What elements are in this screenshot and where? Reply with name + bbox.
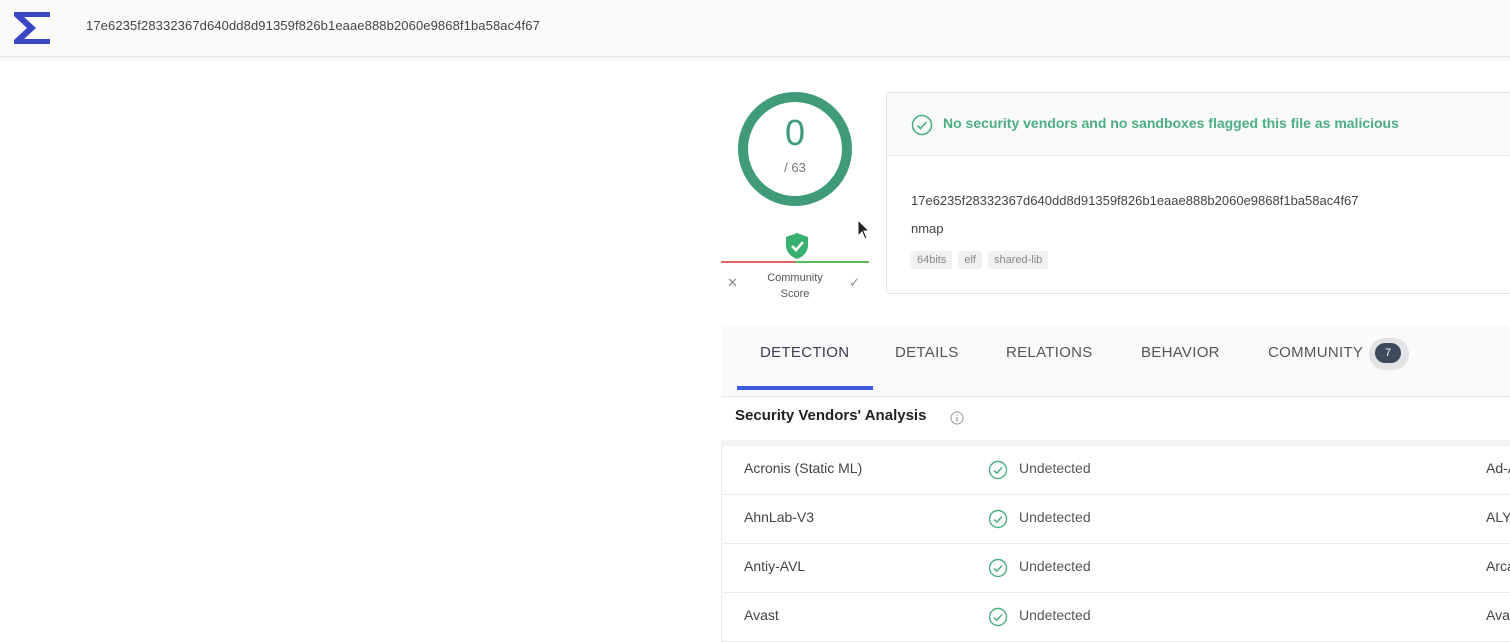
community-count-badge[interactable]: 7 <box>1369 338 1409 370</box>
vendor-name: Ad-A <box>1486 460 1510 476</box>
tab-bar: DETECTION DETAILS RELATIONS BEHAVIOR COM… <box>721 326 1510 397</box>
file-hash[interactable]: 17e6235f28332367d640dd8d91359f826b1eaae8… <box>911 193 1359 208</box>
vendor-result: Undetected <box>1019 460 1091 476</box>
upvote-icon[interactable]: ✓ <box>849 275 860 291</box>
search-input[interactable]: 17e6235f28332367d640dd8d91359f826b1eaae8… <box>86 18 540 33</box>
vendor-result: Undetected <box>1019 558 1091 574</box>
summary-card: No security vendors and no sandboxes fla… <box>886 92 1510 294</box>
check-circle-icon <box>988 558 1008 578</box>
vendor-name: Ava <box>1486 607 1510 623</box>
vendor-result: Undetected <box>1019 607 1091 623</box>
shield-check-icon <box>786 233 808 259</box>
tab-community[interactable]: COMMUNITY <box>1268 344 1363 361</box>
check-circle-icon <box>988 607 1008 627</box>
sigma-logo-icon[interactable] <box>10 8 54 48</box>
community-score-bar <box>721 261 869 263</box>
community-count: 7 <box>1375 343 1401 363</box>
detection-total: / 63 <box>784 160 806 175</box>
status-banner: No security vendors and no sandboxes fla… <box>887 93 1510 156</box>
tab-behavior[interactable]: BEHAVIOR <box>1141 344 1220 361</box>
vendor-name: Antiy-AVL <box>744 558 806 574</box>
section-title: Security Vendors' Analysis <box>735 407 927 424</box>
status-text: No security vendors and no sandboxes fla… <box>943 115 1399 131</box>
tag[interactable]: 64bits <box>911 251 953 269</box>
top-bar: 17e6235f28332367d640dd8d91359f826b1eaae8… <box>0 0 1510 57</box>
check-circle-icon <box>988 460 1008 480</box>
community-label-line2: Score <box>780 288 810 300</box>
tag[interactable]: shared-lib <box>987 251 1049 269</box>
check-circle-icon <box>911 114 933 136</box>
vendor-name: Arca <box>1486 558 1510 574</box>
vendor-result: Undetected <box>1019 509 1091 525</box>
tab-detection[interactable]: DETECTION <box>760 344 849 361</box>
active-tab-indicator <box>737 386 873 390</box>
tag-list: 64bits elf shared-lib <box>911 251 1049 269</box>
community-score-label: Community Score <box>755 270 835 302</box>
mouse-cursor-icon <box>857 218 871 240</box>
check-circle-icon <box>988 509 1008 529</box>
table-row: AhnLab-V3 Undetected ALY <box>721 495 1510 544</box>
tab-details[interactable]: DETAILS <box>895 344 959 361</box>
tab-relations[interactable]: RELATIONS <box>1006 344 1093 361</box>
vendor-name: AhnLab-V3 <box>744 509 815 525</box>
tag[interactable]: elf <box>958 251 982 269</box>
vendor-name: Avast <box>744 607 779 623</box>
vendor-name: ALY <box>1486 509 1510 525</box>
downvote-icon[interactable]: ✕ <box>727 275 738 291</box>
info-icon[interactable] <box>950 411 964 425</box>
table-row: Antiy-AVL Undetected Arca <box>721 544 1510 593</box>
vendor-name: Acronis (Static ML) <box>744 460 863 476</box>
community-label-line1: Community <box>767 272 823 284</box>
vendor-table: Acronis (Static ML) Undetected Ad-A AhnL… <box>721 446 1510 642</box>
table-row: Acronis (Static ML) Undetected Ad-A <box>721 446 1510 495</box>
detection-count: 0 <box>784 112 806 153</box>
table-row: Avast Undetected Ava <box>721 593 1510 642</box>
file-name: nmap <box>911 221 944 236</box>
